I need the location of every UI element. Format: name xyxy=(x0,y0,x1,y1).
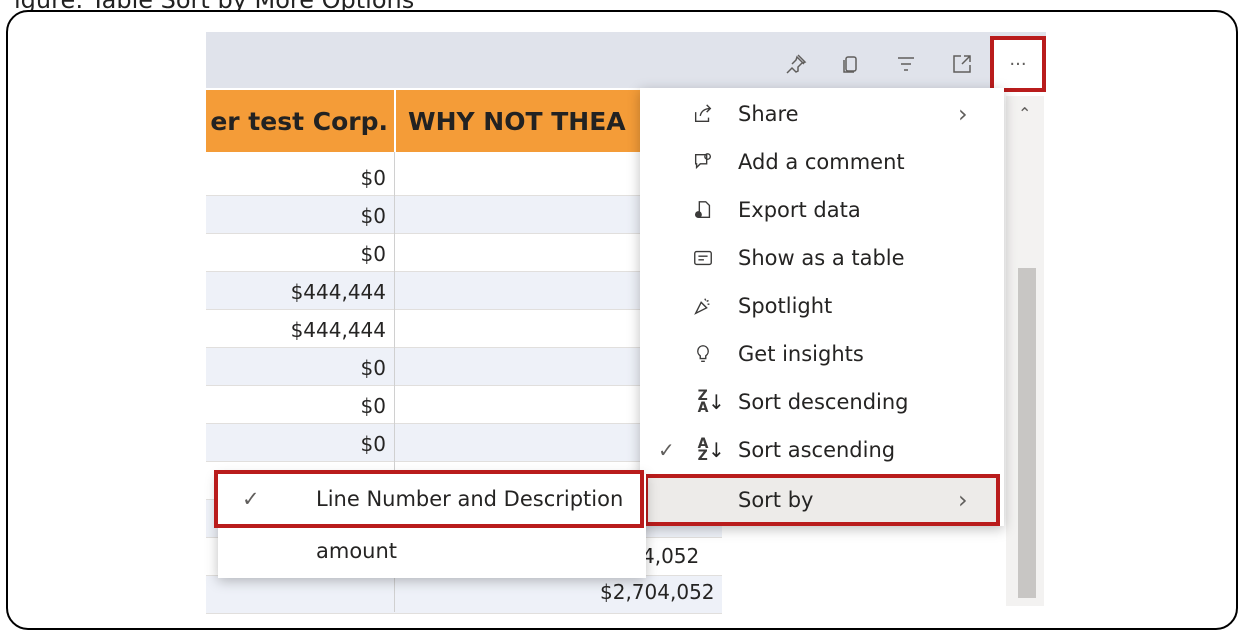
spotlight-icon xyxy=(690,293,716,319)
more-options-menu: Share › Add a comment Export data Show a… xyxy=(640,88,1004,526)
arrow-down-icon: ↓ xyxy=(708,438,725,462)
lightbulb-icon xyxy=(690,341,716,367)
column-header-2[interactable]: WHY NOT THEA xyxy=(396,90,646,152)
menu-item-add-comment[interactable]: Add a comment xyxy=(640,138,1004,186)
table-cell: $0 xyxy=(360,166,386,190)
menu-item-export-data[interactable]: Export data xyxy=(640,186,1004,234)
menu-item-get-insights[interactable]: Get insights xyxy=(640,330,1004,378)
table-icon xyxy=(690,245,716,271)
table-cell: $444,444 xyxy=(290,318,386,342)
export-icon xyxy=(690,197,716,223)
column-header-1[interactable]: er test Corp. xyxy=(206,90,394,152)
menu-item-sort-by[interactable]: Sort by › xyxy=(644,474,1000,526)
menu-item-sort-descending[interactable]: ZA ↓ Sort descending xyxy=(640,378,1004,426)
checkmark-icon: ✓ xyxy=(242,487,260,511)
table-cell: $0 xyxy=(360,394,386,418)
pin-icon[interactable] xyxy=(778,42,814,86)
menu-item-label: Show as a table xyxy=(738,246,905,270)
menu-item-label: Add a comment xyxy=(738,150,905,174)
table-cell: $0 xyxy=(360,242,386,266)
chevron-right-icon: › xyxy=(958,486,968,514)
menu-item-label: Share xyxy=(738,102,799,126)
menu-item-label: Sort descending xyxy=(738,390,909,414)
menu-item-label: Export data xyxy=(738,198,861,222)
table-cell: $0 xyxy=(360,204,386,228)
more-options-icon: ··· xyxy=(1009,53,1027,75)
filter-icon[interactable] xyxy=(888,42,924,86)
checkmark-icon: ✓ xyxy=(658,438,675,462)
submenu-item-label: amount xyxy=(316,539,398,563)
screenshot-frame: ··· er test Corp. WHY NOT THEA $0 $4 $0 … xyxy=(6,10,1238,630)
menu-item-label: Get insights xyxy=(738,342,864,366)
copy-icon[interactable] xyxy=(832,42,868,86)
share-icon xyxy=(690,101,716,127)
comment-icon xyxy=(690,149,716,175)
table-cell: 4,052 xyxy=(642,544,700,568)
submenu-item-amount[interactable]: amount xyxy=(218,526,646,576)
more-options-button[interactable]: ··· xyxy=(990,36,1046,92)
table-cell: $0 xyxy=(360,356,386,380)
arrow-down-icon: ↓ xyxy=(708,390,725,414)
scroll-up-icon[interactable]: ⌃ xyxy=(1018,104,1031,123)
focus-mode-icon[interactable] xyxy=(944,42,980,86)
sort-by-submenu: ✓ Line Number and Description amount xyxy=(214,470,646,578)
menu-item-share[interactable]: Share › xyxy=(640,90,1004,138)
menu-item-label: Sort by xyxy=(738,488,814,512)
chevron-right-icon: › xyxy=(958,100,968,128)
submenu-item-line-number[interactable]: ✓ Line Number and Description xyxy=(214,470,644,528)
table-cell: $2,704,052 xyxy=(600,580,715,604)
table-cell: $444,444 xyxy=(290,280,386,304)
menu-item-sort-ascending[interactable]: ✓ AZ ↓ Sort ascending xyxy=(640,426,1004,474)
submenu-item-label: Line Number and Description xyxy=(316,487,624,511)
scrollbar-thumb[interactable] xyxy=(1018,268,1036,598)
menu-item-spotlight[interactable]: Spotlight xyxy=(640,282,1004,330)
menu-item-show-as-table[interactable]: Show as a table xyxy=(640,234,1004,282)
menu-item-label: Sort ascending xyxy=(738,438,896,462)
menu-item-label: Spotlight xyxy=(738,294,833,318)
table-cell: $0 xyxy=(360,432,386,456)
